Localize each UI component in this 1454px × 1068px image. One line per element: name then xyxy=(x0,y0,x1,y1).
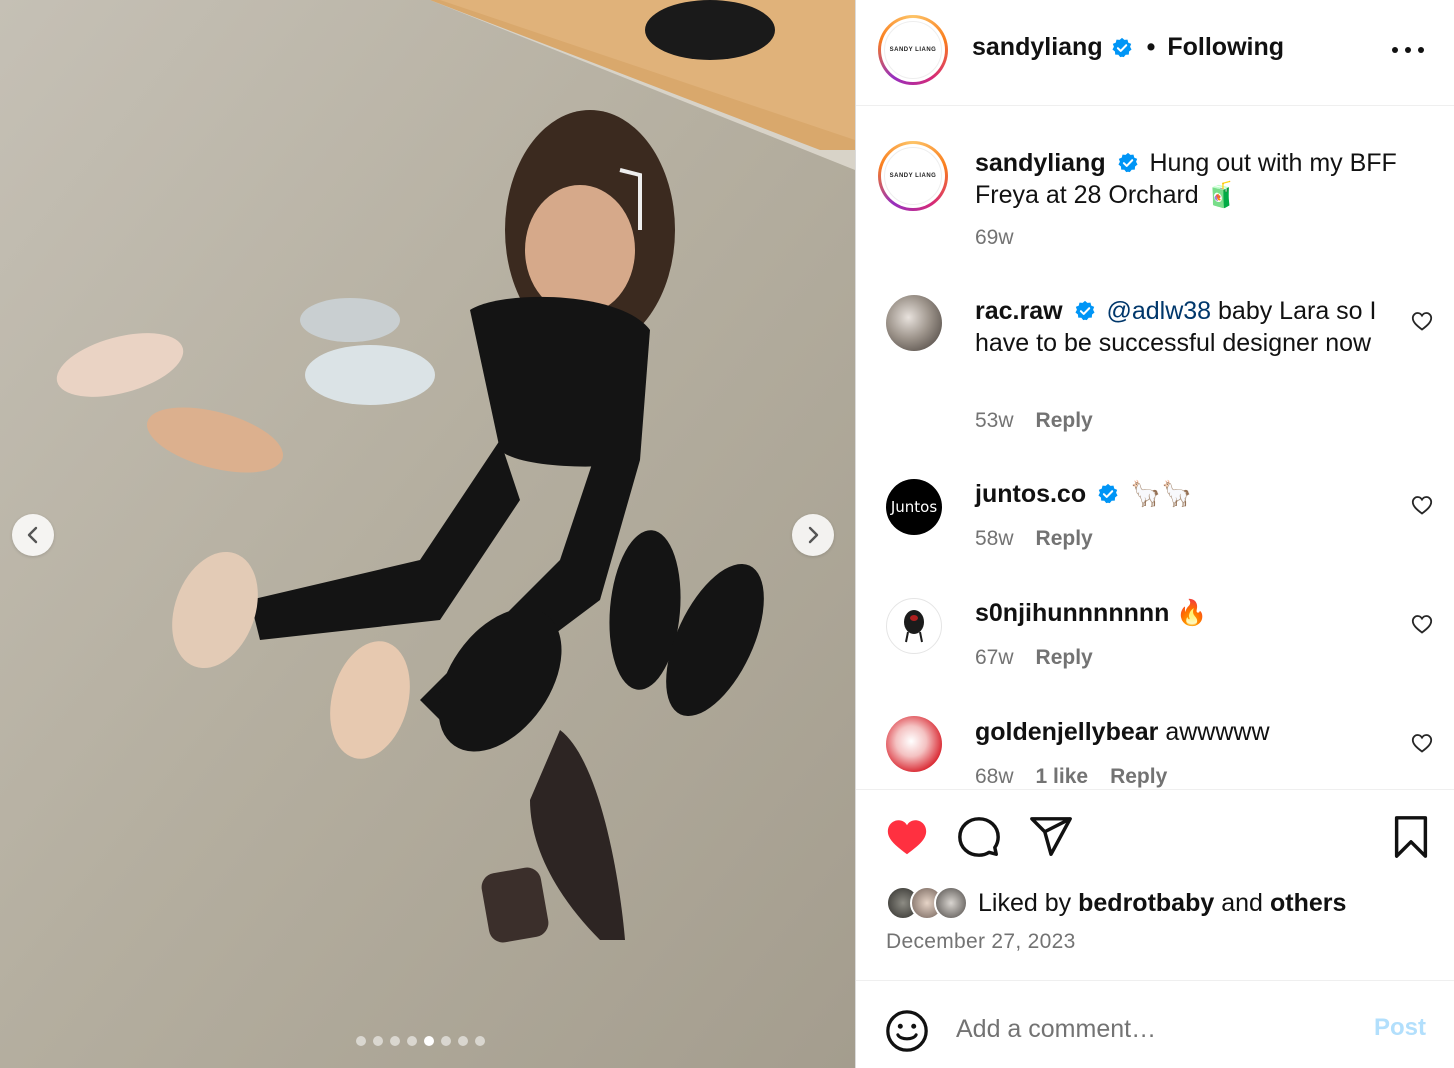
brand-logo: SANDY LIANG xyxy=(884,147,942,205)
carousel-indicator xyxy=(356,1036,485,1046)
author-avatar[interactable]: SANDY LIANG xyxy=(878,15,948,85)
liked-by-prefix: Liked by xyxy=(978,888,1072,917)
verified-badge-icon xyxy=(1098,483,1118,504)
following-button[interactable]: Following xyxy=(1167,33,1284,62)
actions-divider xyxy=(856,789,1454,790)
carousel-dot xyxy=(390,1036,400,1046)
liked-by-conjunction: and xyxy=(1221,888,1263,917)
comment-username[interactable]: rac.raw xyxy=(975,297,1063,325)
verified-badge-icon xyxy=(1118,152,1138,173)
post-comment-button[interactable]: Post xyxy=(1374,1014,1426,1042)
heart-filled-icon[interactable] xyxy=(884,814,930,860)
reply-button[interactable]: Reply xyxy=(1036,527,1093,551)
comment-mention[interactable]: @adlw38 xyxy=(1106,297,1211,325)
carousel-dot xyxy=(373,1036,383,1046)
juntos-logo: Juntos xyxy=(890,498,938,516)
carousel-dot xyxy=(475,1036,485,1046)
bird-avatar-icon xyxy=(904,610,924,643)
comment-username[interactable]: goldenjellybear xyxy=(975,718,1158,746)
commenter-avatar[interactable] xyxy=(886,716,942,772)
caption-username[interactable]: sandyliang xyxy=(975,149,1106,177)
comment-text: awwwww xyxy=(1165,718,1270,746)
reply-button[interactable]: Reply xyxy=(1110,765,1167,789)
verified-badge-icon xyxy=(1112,37,1132,57)
heart-outline-icon[interactable] xyxy=(1410,493,1434,517)
share-icon[interactable] xyxy=(1028,814,1074,860)
carousel-prev-button[interactable] xyxy=(12,514,54,556)
heart-outline-icon[interactable] xyxy=(1410,731,1434,755)
comment-likes[interactable]: 1 like xyxy=(1036,765,1089,789)
header-separator: • xyxy=(1146,33,1156,61)
reply-button[interactable]: Reply xyxy=(1036,646,1093,670)
comment-age: 67w xyxy=(975,646,1014,669)
more-options-icon[interactable] xyxy=(1392,38,1424,62)
carousel-dot xyxy=(424,1036,434,1046)
comment-text: 🦙🦙 xyxy=(1130,480,1193,508)
heart-outline-icon[interactable] xyxy=(1410,612,1434,636)
post-date: December 27, 2023 xyxy=(886,930,1076,953)
comment-input[interactable] xyxy=(956,1011,1346,1047)
post-media[interactable] xyxy=(0,0,855,1068)
liked-by-others[interactable]: others xyxy=(1270,889,1346,918)
liked-by-user[interactable]: bedrotbaby xyxy=(1078,889,1214,918)
comment-age: 53w xyxy=(975,409,1014,432)
post-photo xyxy=(0,0,855,1068)
post-panel: SANDY LIANG sandyliang • Following SANDY… xyxy=(856,0,1454,1068)
comment-composer: Post xyxy=(856,980,1454,1068)
commenter-avatar[interactable] xyxy=(886,598,942,654)
heart-outline-icon[interactable] xyxy=(1410,309,1434,333)
carousel-dot xyxy=(441,1036,451,1046)
post-header: SANDY LIANG sandyliang • Following xyxy=(856,0,1454,106)
carousel-dot xyxy=(407,1036,417,1046)
bookmark-icon[interactable] xyxy=(1388,814,1434,860)
caption-age: 69w xyxy=(975,226,1014,249)
comment-age: 58w xyxy=(975,527,1014,550)
carousel-dot xyxy=(356,1036,366,1046)
verified-badge-icon xyxy=(1074,300,1095,321)
comment-username[interactable]: s0njihunnnnnnn xyxy=(975,599,1169,627)
likes-summary[interactable]: Liked by bedrotbaby and others xyxy=(886,886,1346,920)
comment-text: 🔥 xyxy=(1176,599,1208,627)
carousel-next-button[interactable] xyxy=(792,514,834,556)
comment-age: 68w xyxy=(975,765,1014,788)
liker-avatars xyxy=(886,886,968,920)
commenter-avatar[interactable] xyxy=(886,295,942,351)
comment-username[interactable]: juntos.co xyxy=(975,480,1086,508)
chevron-left-icon xyxy=(27,526,38,544)
emoji-icon[interactable] xyxy=(884,1008,930,1054)
carousel-dot xyxy=(458,1036,468,1046)
reply-button[interactable]: Reply xyxy=(1036,409,1093,433)
comment-icon[interactable] xyxy=(956,814,1002,860)
author-username[interactable]: sandyliang xyxy=(972,33,1103,62)
caption-avatar[interactable]: SANDY LIANG xyxy=(878,141,948,211)
brand-logo: SANDY LIANG xyxy=(884,21,942,79)
commenter-avatar[interactable]: Juntos xyxy=(886,479,942,535)
chevron-right-icon xyxy=(808,526,819,544)
